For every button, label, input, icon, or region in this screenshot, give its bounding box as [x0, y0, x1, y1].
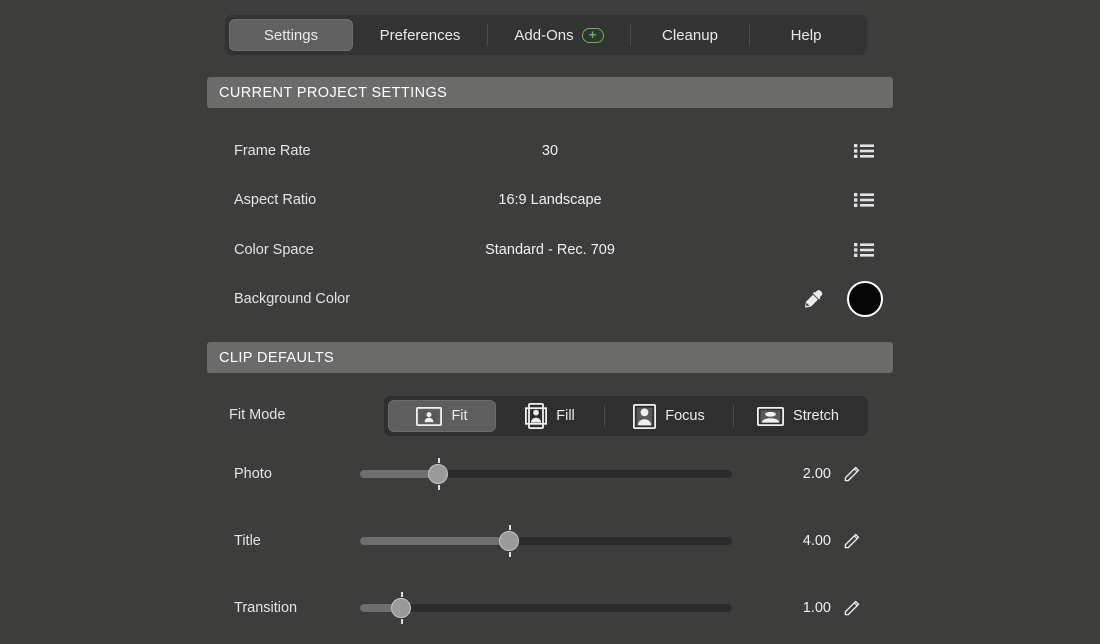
- pencil-icon[interactable]: [843, 531, 862, 550]
- slider-track-transition: [360, 604, 732, 612]
- section-header-clip-defaults: CLIP DEFAULTS: [207, 342, 893, 373]
- fit-icon: [416, 407, 442, 426]
- fit-mode-option-fill[interactable]: Fill: [496, 400, 604, 432]
- slider-label-photo: Photo: [234, 466, 272, 482]
- fit-mode-label-stretch: Stretch: [793, 408, 839, 424]
- pencil-icon[interactable]: [843, 464, 862, 483]
- setting-value-frame-rate: 30: [207, 143, 893, 159]
- tab-cleanup-label: Cleanup: [662, 27, 718, 44]
- frame-rate-action[interactable]: [854, 143, 874, 159]
- setting-row-frame-rate[interactable]: Frame Rate 30: [207, 131, 893, 171]
- fit-mode-segmented-control: Fit Fill Focus: [384, 396, 868, 436]
- section-title: CLIP DEFAULTS: [219, 350, 334, 366]
- pencil-icon[interactable]: [843, 598, 862, 617]
- setting-row-color-space[interactable]: Color Space Standard - Rec. 709: [207, 230, 893, 270]
- setting-row-aspect-ratio[interactable]: Aspect Ratio 16:9 Landscape: [207, 180, 893, 220]
- tab-bar: Settings Preferences Add-Ons + Cleanup H…: [225, 15, 867, 55]
- slider-row-title: Title 4.00: [207, 523, 893, 559]
- slider-fill-title: [360, 537, 509, 545]
- slider-photo[interactable]: [360, 468, 732, 480]
- slider-label-title: Title: [234, 533, 261, 549]
- section-title: CURRENT PROJECT SETTINGS: [219, 85, 447, 101]
- slider-thumb-transition[interactable]: [391, 598, 411, 618]
- slider-label-transition: Transition: [234, 600, 297, 616]
- plus-badge-icon[interactable]: +: [582, 28, 604, 43]
- fit-mode-option-stretch[interactable]: Stretch: [734, 400, 862, 432]
- slider-value-title: 4.00: [771, 533, 831, 549]
- tab-cleanup[interactable]: Cleanup: [631, 19, 749, 51]
- setting-value-aspect-ratio: 16:9 Landscape: [207, 192, 893, 208]
- slider-thumb-photo[interactable]: [428, 464, 448, 484]
- focus-icon: [633, 404, 656, 429]
- color-space-action[interactable]: [854, 242, 874, 258]
- slider-value-photo: 2.00: [771, 466, 831, 482]
- slider-value-transition: 1.00: [771, 600, 831, 616]
- tab-settings[interactable]: Settings: [229, 19, 353, 51]
- slider-row-photo: Photo 2.00: [207, 456, 893, 492]
- tab-settings-label: Settings: [264, 27, 318, 44]
- slider-fill-photo: [360, 470, 438, 478]
- list-icon[interactable]: [854, 242, 874, 258]
- slider-row-transition: Transition 1.00: [207, 590, 893, 626]
- tab-help-label: Help: [791, 27, 822, 44]
- fill-icon: [525, 403, 547, 429]
- slider-transition[interactable]: [360, 602, 732, 614]
- slider-title[interactable]: [360, 535, 732, 547]
- background-color-swatch[interactable]: [847, 281, 883, 317]
- setting-value-color-space: Standard - Rec. 709: [207, 242, 893, 258]
- fit-mode-option-fit[interactable]: Fit: [388, 400, 496, 432]
- fit-mode-label-fit: Fit: [451, 408, 467, 424]
- tab-help[interactable]: Help: [750, 19, 862, 51]
- list-icon[interactable]: [854, 143, 874, 159]
- list-icon[interactable]: [854, 192, 874, 208]
- section-header-current-project-settings: CURRENT PROJECT SETTINGS: [207, 77, 893, 108]
- eyedropper-icon[interactable]: [803, 288, 825, 310]
- fit-mode-label-focus: Focus: [665, 408, 705, 424]
- background-color-action: [803, 281, 883, 317]
- setting-row-background-color[interactable]: Background Color: [207, 279, 893, 319]
- stretch-icon: [757, 407, 784, 426]
- settings-panel: Settings Preferences Add-Ons + Cleanup H…: [0, 0, 1100, 644]
- setting-label-fit-mode: Fit Mode: [229, 407, 285, 423]
- slider-thumb-title[interactable]: [499, 531, 519, 551]
- aspect-ratio-action[interactable]: [854, 192, 874, 208]
- fit-mode-option-focus[interactable]: Focus: [605, 400, 733, 432]
- tab-preferences-label: Preferences: [380, 27, 461, 44]
- setting-label-background-color: Background Color: [234, 291, 350, 307]
- tab-preferences[interactable]: Preferences: [353, 19, 487, 51]
- tab-add-ons[interactable]: Add-Ons +: [488, 19, 630, 51]
- tab-add-ons-label: Add-Ons: [514, 27, 573, 44]
- fit-mode-label-fill: Fill: [556, 408, 575, 424]
- setting-row-fit-mode: Fit Mode Fit Fill: [207, 396, 893, 436]
